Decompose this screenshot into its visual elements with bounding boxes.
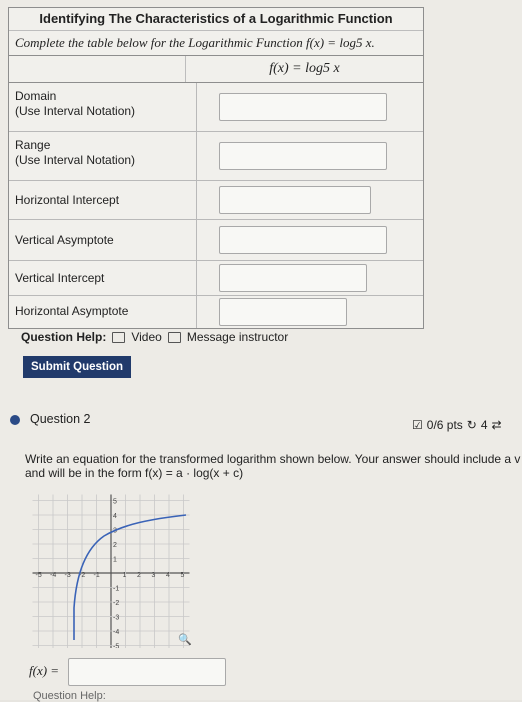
envelope-icon [167, 331, 181, 343]
range-answer-input[interactable] [219, 142, 387, 170]
prompt-line-1: Write an equation for the transformed lo… [25, 452, 521, 466]
x-tick-label: 5 [181, 572, 185, 579]
table-header-row: f(x) = log5 x [9, 56, 423, 83]
points-check-icon: ☑ [412, 418, 423, 432]
question-help-label: Question Help: [21, 330, 107, 344]
equation-answer-input[interactable] [68, 658, 226, 686]
log-graph: -5 -4 -3 -2 -1 1 2 3 4 554321-1-2-3-4-5 🔍 [32, 494, 192, 649]
table-row: Range (Use Interval Notation) [9, 132, 423, 181]
y-tick-label: 2 [113, 542, 117, 549]
row-label: Domain (Use Interval Notation) [9, 83, 197, 131]
table-row: Vertical Intercept [9, 261, 423, 296]
answer-cell [197, 83, 423, 131]
question-prompt: Write an equation for the transformed lo… [25, 452, 522, 480]
retry-icon: ↻ [466, 418, 477, 432]
y-tick-label: 4 [113, 513, 117, 520]
points-status: ☑ 0/6 pts ↻ 4 ⇄ [412, 418, 502, 432]
x-tick-label: 2 [137, 572, 141, 579]
answer-cell [197, 220, 423, 260]
row-label-main: Vertical Asymptote [15, 233, 114, 247]
video-link[interactable]: Video [131, 330, 161, 344]
answer-cell [197, 296, 423, 328]
bottom-question-help: Question Help: [33, 690, 106, 702]
horizontal-intercept-input[interactable] [219, 186, 371, 214]
y-tick-label: -3 [113, 615, 119, 622]
row-label-main: Horizontal Intercept [15, 193, 120, 207]
answer-cell [197, 261, 423, 295]
column-header: f(x) = log5 x [269, 61, 340, 76]
row-label: Horizontal Asymptote [9, 296, 197, 328]
table-subtitle: Complete the table below for the Logarit… [9, 31, 423, 56]
submit-question-button[interactable]: Submit Question [23, 356, 131, 378]
y-tick-label: -2 [113, 600, 119, 607]
question-status-dot [10, 415, 20, 425]
y-tick-label: 5 [113, 499, 117, 506]
x-tick-label: -3 [65, 572, 71, 579]
magnify-icon: 🔍 [178, 632, 192, 646]
table-row: Horizontal Asymptote [9, 296, 423, 328]
message-instructor-link[interactable]: Message instructor [187, 330, 288, 344]
y-tick-label: -4 [113, 629, 119, 636]
question-2-title: Question 2 [30, 412, 91, 426]
y-tick-label: -1 [113, 586, 119, 593]
table-row: Domain (Use Interval Notation) [9, 83, 423, 132]
horizontal-asymptote-input[interactable] [219, 298, 347, 326]
y-tick-label: 1 [113, 557, 117, 564]
row-label: Vertical Asymptote [9, 220, 197, 260]
answer-cell [197, 132, 423, 180]
row-label-main: Vertical Intercept [15, 271, 105, 285]
x-tick-label: -1 [94, 572, 100, 579]
characteristics-table: Identifying The Characteristics of a Log… [8, 7, 424, 329]
row-label-main: Horizontal Asymptote [15, 304, 129, 318]
fx-label: f(x) = [29, 663, 60, 678]
table-row: Horizontal Intercept [9, 181, 423, 220]
row-label-sub: (Use Interval Notation) [15, 153, 136, 167]
points-value: 0/6 pts [426, 418, 463, 432]
question-help: Question Help: Video Message instructor [21, 330, 288, 344]
vertical-intercept-input[interactable] [219, 264, 367, 292]
row-label-main: Range [15, 138, 51, 152]
x-tick-label: 1 [123, 572, 127, 579]
y-tick-label: -5 [113, 644, 119, 649]
refresh-icon[interactable]: ⇄ [492, 418, 502, 432]
row-label-main: Domain [15, 89, 57, 103]
vertical-asymptote-input[interactable] [219, 226, 387, 254]
row-label-sub: (Use Interval Notation) [15, 104, 136, 118]
x-tick-label: -4 [50, 572, 56, 579]
answer-cell [197, 181, 423, 219]
page: Identifying The Characteristics of a Log… [0, 0, 522, 702]
table-title: Identifying The Characteristics of a Log… [9, 8, 423, 31]
retries-count: 4 [480, 418, 488, 432]
x-tick-label: 3 [152, 572, 156, 579]
header-empty-cell [9, 56, 186, 82]
table-row: Vertical Asymptote [9, 220, 423, 261]
video-icon [112, 331, 126, 343]
x-tick-label: 4 [166, 572, 170, 579]
row-label: Vertical Intercept [9, 261, 197, 295]
row-label: Range (Use Interval Notation) [9, 132, 197, 180]
domain-answer-input[interactable] [219, 93, 387, 121]
prompt-line-2: and will be in the form f(x) = a · log(x… [25, 466, 244, 480]
x-tick-label: -5 [36, 572, 42, 579]
row-label: Horizontal Intercept [9, 181, 197, 219]
